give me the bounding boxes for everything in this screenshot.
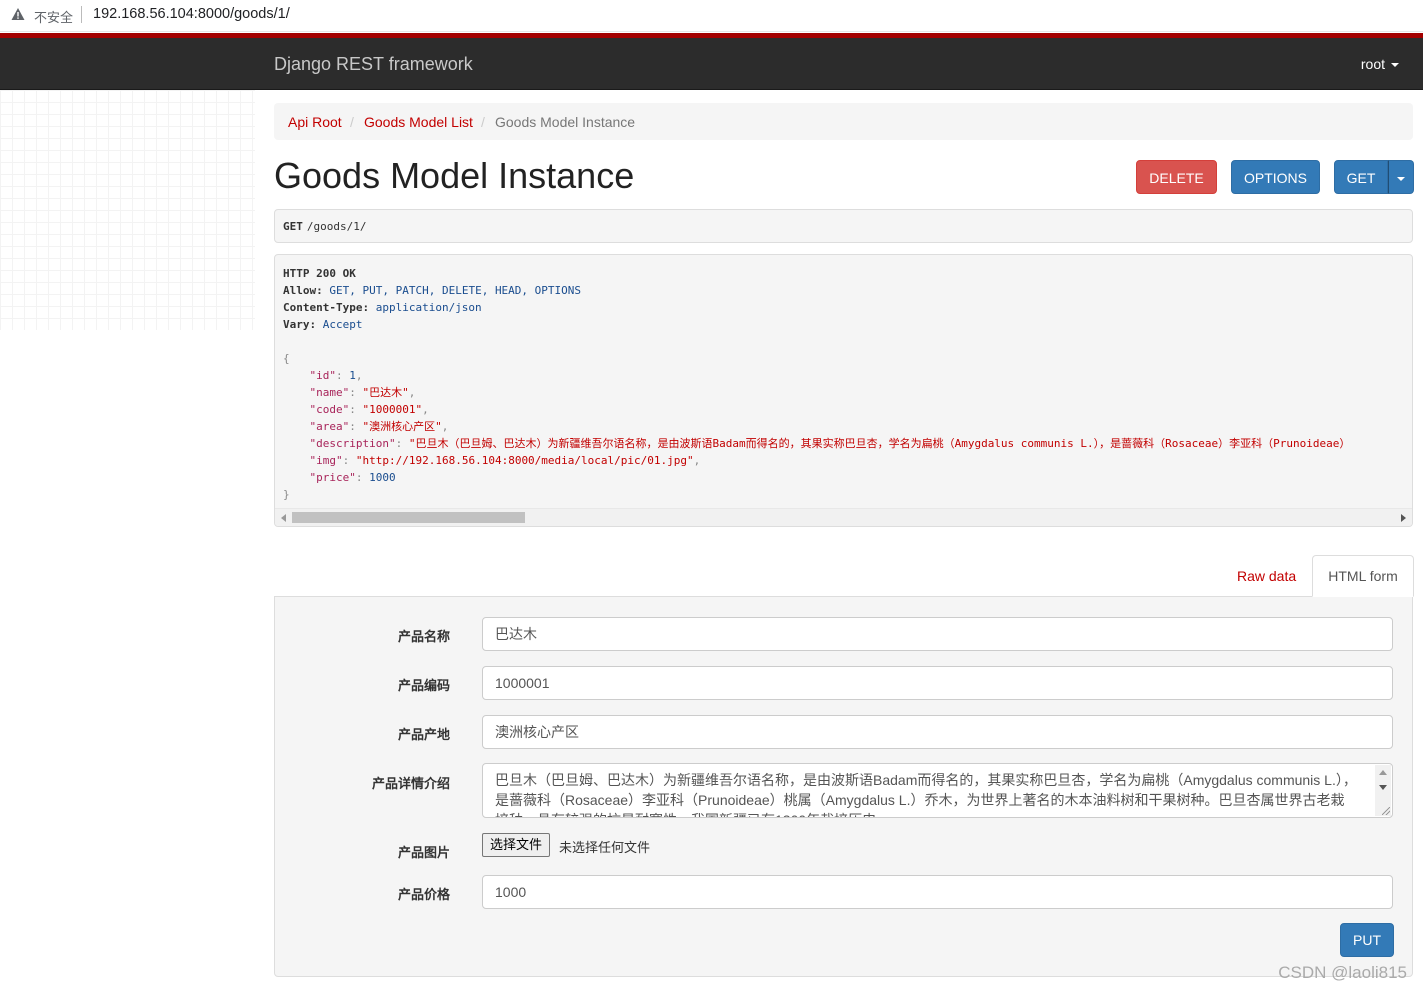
tab-raw-data[interactable]: Raw data xyxy=(1225,556,1308,596)
json-value: "巴旦木（巴旦姆、巴达木）为新疆维吾尔语名称，是由波斯语Badam而得名的，其果… xyxy=(408,437,1351,450)
header-value: Accept xyxy=(322,318,363,331)
breadcrumb-goods-model-list[interactable]: Goods Model List xyxy=(364,114,473,130)
warning-icon xyxy=(11,8,25,20)
delete-button[interactable]: DELETE xyxy=(1136,160,1217,194)
header-key: Vary: xyxy=(283,318,317,331)
json-key: "area" xyxy=(309,420,350,433)
json-close-brace: } xyxy=(283,488,290,501)
user-menu[interactable]: root xyxy=(1361,56,1399,72)
breadcrumb-separator: / xyxy=(481,114,485,130)
scroll-right-icon[interactable] xyxy=(1401,514,1406,522)
request-path: /goods/1/ xyxy=(306,220,367,233)
json-value: "http://192.168.56.104:8000/media/local/… xyxy=(355,454,694,467)
background-grid xyxy=(0,90,255,330)
file-status: 未选择任何文件 xyxy=(559,840,651,855)
json-value: 1000 xyxy=(369,471,396,484)
navbar-brand[interactable]: Django REST framework xyxy=(274,54,473,75)
area-label: 产品产地 xyxy=(397,727,450,742)
put-button[interactable]: PUT xyxy=(1340,923,1394,957)
scroll-down-icon[interactable] xyxy=(1379,785,1387,790)
header-value: application/json xyxy=(375,301,482,314)
price-input[interactable]: 1000 xyxy=(482,875,1393,909)
header-key: Allow: xyxy=(283,284,323,297)
choose-file-button[interactable]: 选择文件 xyxy=(482,833,551,857)
scrollbar-thumb[interactable] xyxy=(292,512,525,523)
url-separator xyxy=(81,6,82,23)
description-textarea[interactable]: 巴旦木（巴旦姆、巴达木）为新疆维吾尔语名称，是由波斯语Badam而得名的，其果实… xyxy=(482,763,1393,818)
json-key: "img" xyxy=(309,454,343,467)
area-input[interactable]: 澳洲核心产区 xyxy=(482,715,1393,749)
watermark: CSDN @laoli815 xyxy=(1278,963,1407,982)
scroll-up-icon[interactable] xyxy=(1379,770,1387,775)
get-format-dropdown[interactable] xyxy=(1388,160,1414,194)
description-text: 巴旦木（巴旦姆、巴达木）为新疆维吾尔语名称，是由波斯语Badam而得名的，其果实… xyxy=(495,772,1357,817)
json-value: "1000001" xyxy=(362,403,423,416)
json-open-brace: { xyxy=(283,352,290,365)
json-key: "price" xyxy=(309,471,356,484)
address-input[interactable]: 192.168.56.104:8000/goods/1/ xyxy=(93,6,290,22)
json-key: "id" xyxy=(309,369,337,382)
breadcrumb: Api Root / Goods Model List / Goods Mode… xyxy=(274,103,1413,140)
json-value: 1 xyxy=(349,369,356,382)
code-label: 产品编码 xyxy=(397,678,450,693)
breadcrumb-separator: / xyxy=(350,114,354,130)
get-button[interactable]: GET xyxy=(1334,160,1388,194)
page-title: Goods Model Instance xyxy=(274,155,635,196)
price-label: 产品价格 xyxy=(397,887,450,902)
chevron-down-icon xyxy=(1397,177,1405,182)
json-key: "description" xyxy=(309,437,396,450)
json-key: "code" xyxy=(309,403,350,416)
chevron-down-icon xyxy=(1391,63,1399,68)
user-name: root xyxy=(1360,56,1385,72)
html-form-panel: 产品名称 巴达木 产品编码 1000001 产品产地 澳洲核心产区 产品详情介绍… xyxy=(274,596,1413,977)
navbar: Django REST framework root xyxy=(0,38,1423,90)
header-value: GET, PUT, PATCH, DELETE, HEAD, OPTIONS xyxy=(329,284,582,297)
json-value: "巴达木" xyxy=(362,386,409,399)
response-content: HTTP 200 OK Allow: GET, PUT, PATCH, DELE… xyxy=(283,267,1351,501)
response-status: HTTP 200 OK xyxy=(283,267,356,280)
request-method: GET xyxy=(283,220,303,233)
header-key: Content-Type: xyxy=(283,301,370,314)
json-value: "澳洲核心产区" xyxy=(362,420,442,433)
description-label: 产品详情介绍 xyxy=(371,776,450,791)
name-input[interactable]: 巴达木 xyxy=(482,617,1393,651)
code-input[interactable]: 1000001 xyxy=(482,666,1393,700)
horizontal-scrollbar[interactable] xyxy=(275,508,1412,526)
json-key: "name" xyxy=(309,386,350,399)
scroll-left-icon[interactable] xyxy=(281,514,286,522)
browser-url-bar: 不安全 192.168.56.104:8000/goods/1/ xyxy=(0,0,1423,32)
response-info: HTTP 200 OK Allow: GET, PUT, PATCH, DELE… xyxy=(274,254,1413,527)
breadcrumb-current: Goods Model Instance xyxy=(495,114,636,130)
vertical-scrollbar[interactable] xyxy=(1375,765,1391,816)
breadcrumb-api-root[interactable]: Api Root xyxy=(288,114,342,130)
image-label: 产品图片 xyxy=(397,845,450,860)
tab-html-form[interactable]: HTML form xyxy=(1312,555,1414,597)
options-button[interactable]: OPTIONS xyxy=(1231,160,1320,194)
request-info: GET/goods/1/ xyxy=(274,209,1413,243)
resize-grip-icon[interactable] xyxy=(1382,807,1390,815)
security-label[interactable]: 不安全 xyxy=(34,7,73,26)
name-label: 产品名称 xyxy=(397,629,450,644)
